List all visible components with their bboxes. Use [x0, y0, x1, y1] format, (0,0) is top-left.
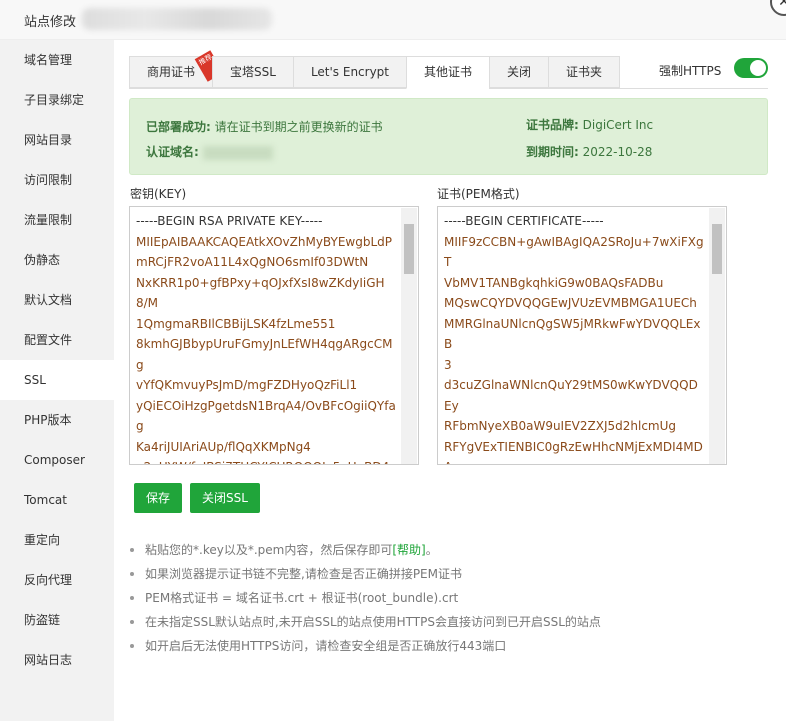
force-https-label: 强制HTTPS: [659, 64, 722, 78]
text-line: MQswCQYDVQQGEwJVUzEVMBMGA1UECh: [444, 296, 697, 310]
expire-value: 2022-10-28: [582, 145, 653, 159]
text-line: mRCjFR2voA11L4xQgNO6smIf03DWtN: [136, 255, 369, 269]
status-panel: 已部署成功: 请在证书到期之前更换新的证书 认证域名: 证书品牌: DigiCe…: [129, 98, 768, 175]
tip-text: 如果浏览器提示证书链不完整,请检查是否正确拼接PEM证书: [145, 567, 462, 581]
tab-label: Let's Encrypt: [310, 65, 390, 79]
deployed-message: 请在证书到期之前更换新的证书: [214, 120, 383, 134]
tab[interactable]: 关闭: [489, 56, 549, 88]
sidebar-item[interactable]: Tomcat: [0, 480, 114, 520]
text-line: MMRGlnaUNlcnQgSW5jMRkwFwYDVQQLExB: [444, 316, 701, 352]
sidebar-item[interactable]: 域名管理: [0, 40, 114, 80]
cert-textarea[interactable]: -----BEGIN CERTIFICATE----- MIIF9zCCBN+gA…: [437, 206, 727, 465]
sidebar-item[interactable]: 访问限制: [0, 160, 114, 200]
text-line: d3cuZGlnaWNlcnQuY29tMS0wKwYDVQQDEy: [444, 378, 698, 413]
tip-item: 粘贴您的*.key以及*.pem内容，然后保存即可[帮助]。: [130, 540, 601, 564]
force-https-toggle[interactable]: [734, 58, 768, 78]
text-line: p2pUYW/fgJBSi7THCYJCUROOOJy5oUuBD4F: [136, 457, 396, 464]
domain-label: 认证域名:: [146, 145, 199, 159]
tip-item: 如果浏览器提示证书链不完整,请检查是否正确拼接PEM证书: [130, 564, 601, 588]
scrollbar[interactable]: [401, 208, 417, 464]
save-button[interactable]: 保存: [134, 483, 183, 513]
tip-item: 如开启后无法使用HTTPS访问，请检查安全组是否正确放行443端口: [130, 636, 601, 660]
sidebar: 域名管理 子目录绑定 网站目录 访问限制 流量限制 伪静态 默认文档 配置文件 SSL PHP版本…: [0, 40, 114, 721]
tip-text: PEM格式证书 = 域名证书.crt + 根证书(root_bundle).cr…: [145, 591, 459, 605]
text-line: NxKRR1p0+gfBPxy+qOJxfXsI8wZKdyIiGH8/M: [136, 275, 385, 311]
text-line: -----BEGIN RSA PRIVATE KEY-----: [136, 214, 323, 228]
sidebar-item[interactable]: Composer: [0, 440, 114, 480]
text-line: -----BEGIN CERTIFICATE-----: [444, 214, 604, 228]
key-textarea[interactable]: -----BEGIN RSA PRIVATE KEY----- MIIEpAIBA…: [129, 206, 419, 465]
sidebar-item[interactable]: 网站目录: [0, 120, 114, 160]
dialog-title: 站点修改: [24, 15, 77, 30]
tab[interactable]: 商用证书 推荐: [129, 50, 224, 88]
text-line: 1QmgmaRBIlCBBijLSK4fzLme551: [136, 316, 336, 331]
sidebar-item[interactable]: 配置文件: [0, 320, 114, 360]
sidebar-item[interactable]: 防盗链: [0, 600, 114, 640]
text-line: RFbmNyeXB0aW9uIEV2ZXJ5d2hlcmUg: [444, 419, 677, 433]
tab[interactable]: Let's Encrypt: [292, 56, 407, 88]
tab[interactable]: 证书夹: [548, 56, 621, 88]
redacted-domain: [202, 145, 273, 160]
scrollbar[interactable]: [709, 208, 725, 464]
tab[interactable]: 其他证书: [406, 56, 490, 89]
text-line: Ka4riJUIAriAUp/flQqXKMpNg4: [136, 439, 311, 454]
tab-label: 其他证书: [424, 65, 473, 79]
tab-label: 商用证书: [147, 65, 196, 79]
text-line: yQiECOiHzgPgetdsN1BrqA4/OvBFcOgiiQYfag: [136, 398, 396, 434]
tip-text: 粘贴您的*.key以及*.pem内容，然后保存即可: [145, 543, 393, 557]
sidebar-item[interactable]: 网站日志: [0, 640, 114, 680]
sidebar-item[interactable]: 伪静态: [0, 240, 114, 280]
text-line: VbMV1TANBgkqhkiG9w0BAQsFADBu: [444, 275, 664, 290]
key-label: 密钥(KEY): [130, 187, 187, 201]
sidebar-item[interactable]: SSL: [0, 360, 114, 400]
brand-value: DigiCert Inc: [582, 118, 654, 132]
help-link[interactable]: [帮助]: [392, 543, 425, 557]
text-line: vYfQKmvuyPsJmD/mgFZDHyoQzFiLl1: [136, 378, 358, 392]
text-line: MIIF9zCCBN+gAwIBAgIQA2SRoJu+7wXiFXgT: [444, 234, 704, 270]
text-line: RFYgVExTIENBIC0gRzEwHhcNMjExMDI4MDA: [444, 439, 703, 465]
text-line: 8kmhGJBbypUruFGmyJnLEfWH4qgARgcCMg: [136, 337, 393, 372]
tip-text: 在未指定SSL默认站点时,未开启SSL的站点使用HTTPS会直接访问到已开启SS…: [145, 615, 601, 629]
tips-list: 粘贴您的*.key以及*.pem内容，然后保存即可[帮助]。如果浏览器提示证书链…: [130, 540, 601, 660]
sidebar-item[interactable]: PHP版本: [0, 400, 114, 440]
sidebar-item[interactable]: 子目录绑定: [0, 80, 114, 120]
sidebar-item[interactable]: 反向代理: [0, 560, 114, 600]
deployed-label: 已部署成功:: [146, 120, 211, 134]
sidebar-item[interactable]: 流量限制: [0, 200, 114, 240]
tip-text: 如开启后无法使用HTTPS访问，请检查安全组是否正确放行443端口: [145, 639, 507, 653]
sidebar-item[interactable]: 默认文档: [0, 280, 114, 320]
sidebar-item[interactable]: 重定向: [0, 520, 114, 560]
tab-label: 证书夹: [566, 65, 603, 79]
tip-text: 。: [425, 543, 438, 557]
redacted-site-name: [82, 8, 272, 30]
close-ssl-button[interactable]: 关闭SSL: [190, 483, 260, 513]
cert-label: 证书(PEM格式): [437, 187, 520, 201]
text-line: MIIEpAIBAAKCAQEAtkXOvZhMyBYEwgbLdP: [136, 234, 392, 249]
text-line: 3: [444, 357, 452, 372]
tip-item: PEM格式证书 = 域名证书.crt + 根证书(root_bundle).cr…: [130, 588, 601, 612]
expire-label: 到期时间:: [526, 145, 579, 159]
tab-label: 宝塔SSL: [230, 65, 276, 79]
brand-label: 证书品牌:: [526, 118, 579, 132]
tip-item: 在未指定SSL默认站点时,未开启SSL的站点使用HTTPS会直接访问到已开启SS…: [130, 612, 601, 636]
tab[interactable]: 宝塔SSL: [212, 56, 293, 88]
dialog-header: 站点修改: [0, 0, 786, 40]
tab-label: 关闭: [507, 65, 532, 79]
